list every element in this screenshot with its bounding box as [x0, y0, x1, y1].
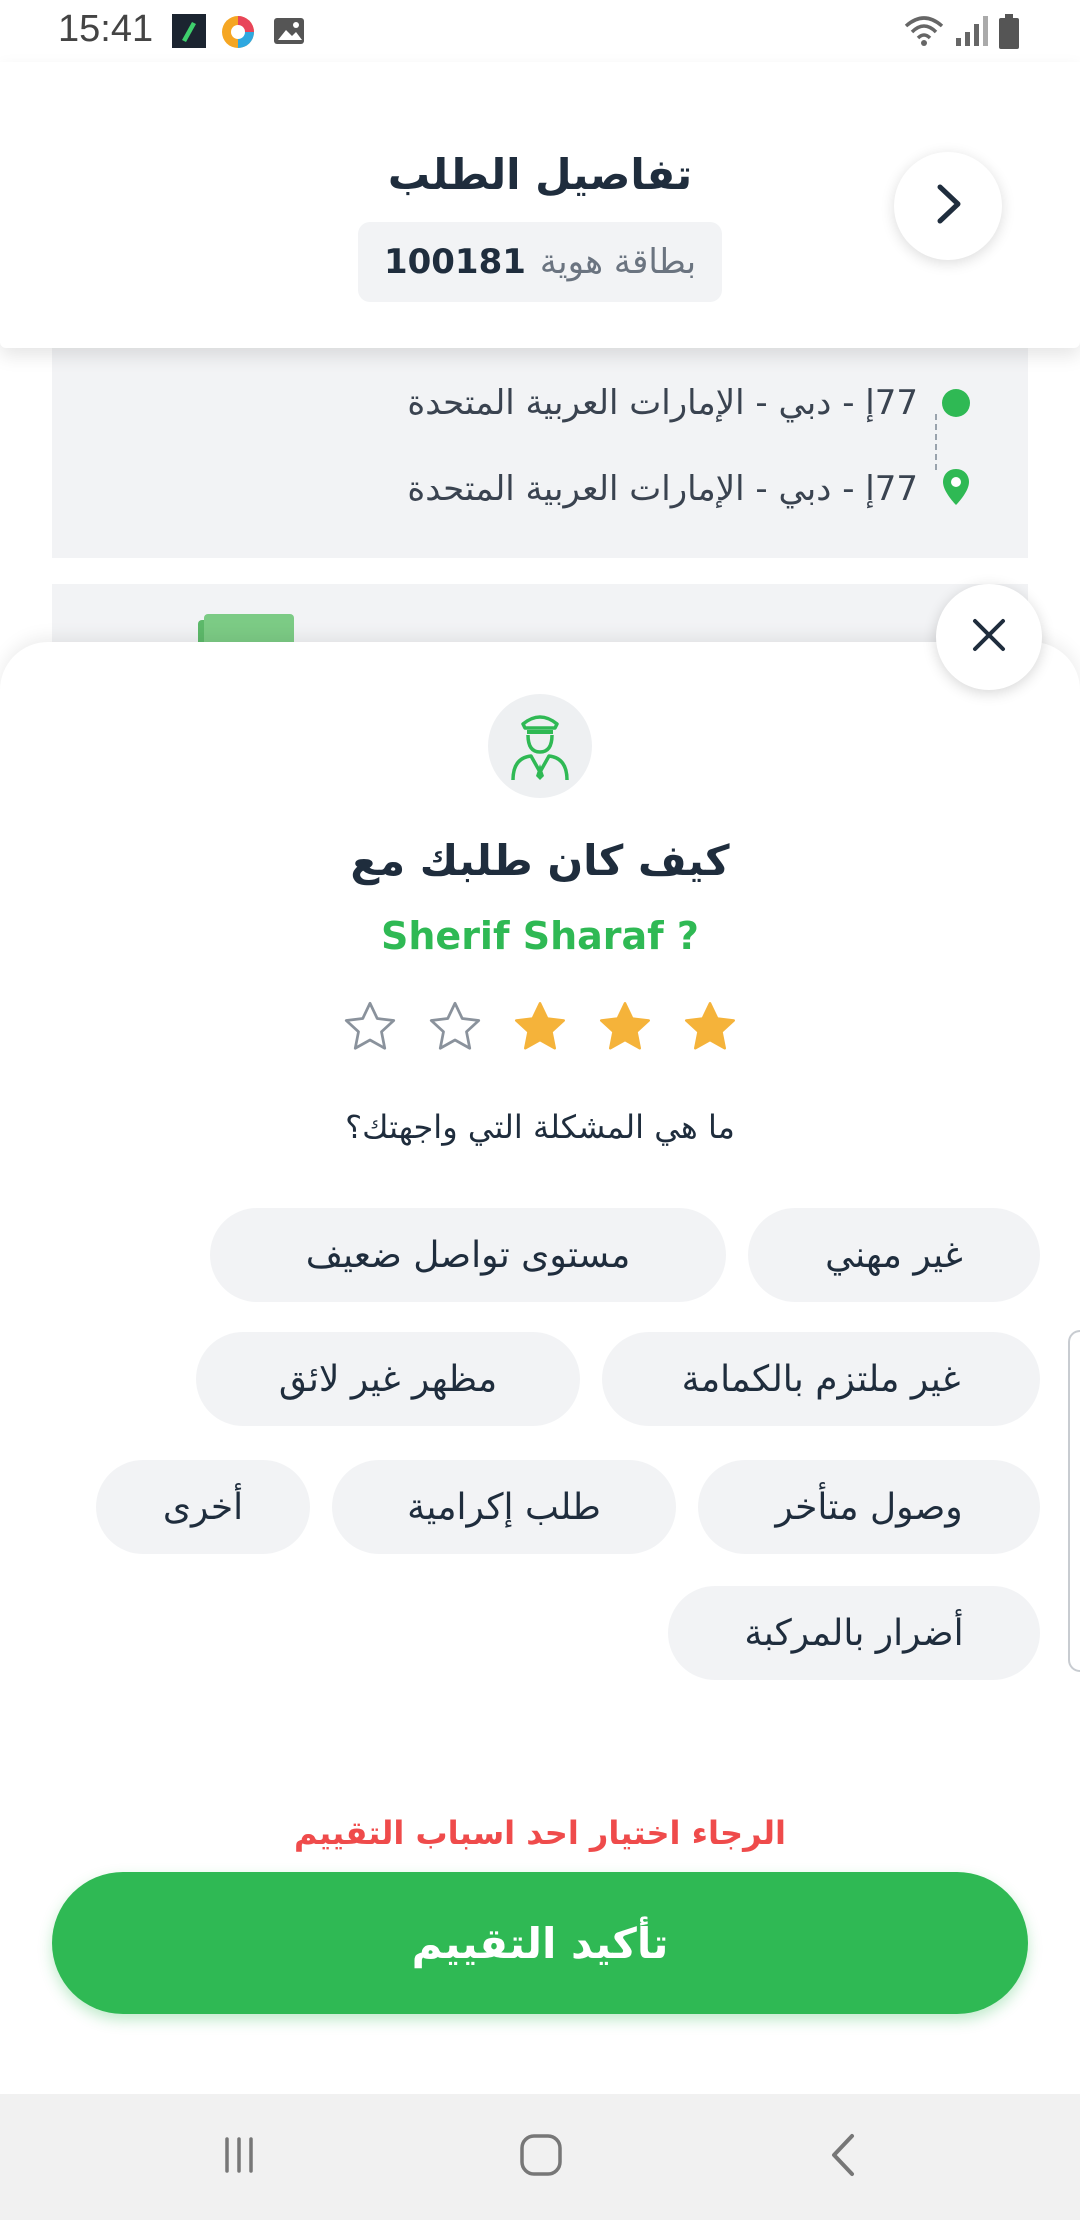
system-nav-bar [0, 2094, 1080, 2220]
star-icon-4[interactable] [595, 997, 655, 1057]
pickup-dot-icon [942, 389, 970, 417]
reason-chip-improper-appearance[interactable]: مظهر غير لائق [196, 1332, 580, 1426]
rating-sheet: كيف كان طلبك مع Sherif Sharaf ? ما هي ال… [0, 642, 1080, 2094]
error-message: الرجاء اختيار احد اسباب التقييم [294, 1814, 786, 1852]
chevron-left-icon [828, 2132, 858, 2182]
driver-name: Sherif Sharaf ? [381, 914, 699, 958]
badge-number: 100181 [383, 242, 526, 282]
close-sheet-button[interactable] [936, 584, 1042, 690]
star-icon-3[interactable] [510, 997, 570, 1057]
confirm-rating-button[interactable]: تأكيد التقييم [52, 1872, 1028, 2014]
gallery-icon [272, 14, 306, 48]
reason-chip-no-mask[interactable]: غير ملتزم بالكمامة [602, 1332, 1040, 1426]
home-icon [518, 2132, 564, 2182]
close-icon [971, 617, 1007, 657]
reason-chip-vehicle-damage[interactable]: أضرار بالمركبة [668, 1586, 1040, 1680]
pickup-address: 77إ - دبي - الإمارات العربية المتحدة [407, 383, 918, 423]
star-icon-5[interactable] [680, 997, 740, 1057]
recent-apps-button[interactable] [204, 2124, 274, 2190]
star-icon-1[interactable] [340, 997, 400, 1057]
badge-label: بطاقة هوية [539, 242, 697, 282]
browser-icon [220, 14, 254, 48]
reason-chip-other[interactable]: أخرى [96, 1460, 310, 1554]
recent-apps-icon [219, 2135, 259, 2179]
signal-icon [954, 14, 990, 48]
reason-chip-unprofessional[interactable]: غير مهني [748, 1208, 1040, 1302]
scroll-indicator[interactable] [1068, 1330, 1080, 1672]
chevron-right-icon [930, 181, 966, 231]
screen: 15:41 تفاصيل الطلب بطاقة هوية 100181 77إ… [0, 0, 1080, 2220]
status-bar: 15:41 [0, 0, 1080, 62]
reason-chip-tip-request[interactable]: طلب إكرامية [332, 1460, 676, 1554]
back-button[interactable] [894, 152, 1002, 260]
route-card: 77إ - دبي - الإمارات العربية المتحدة 77إ… [52, 340, 1028, 558]
status-time: 15:41 [58, 8, 154, 50]
dropoff-address: 77إ - دبي - الإمارات العربية المتحدة [407, 469, 918, 509]
reason-chip-late-arrival[interactable]: وصول متأخر [698, 1460, 1040, 1554]
driver-icon [505, 706, 575, 786]
problem-question: ما هي المشكلة التي واجهتك؟ [345, 1108, 735, 1146]
star-icon-2[interactable] [425, 997, 485, 1057]
location-pin-icon [940, 467, 972, 511]
reason-chip-poor-communication[interactable]: مستوى تواصل ضعيف [210, 1208, 726, 1302]
driver-avatar [488, 694, 592, 798]
home-button[interactable] [506, 2124, 576, 2190]
app-icon [172, 14, 206, 48]
dropoff-row: 77إ - دبي - الإمارات العربية المتحدة [407, 464, 972, 514]
pickup-row: 77إ - دبي - الإمارات العربية المتحدة [407, 378, 972, 428]
order-header: تفاصيل الطلب بطاقة هوية 100181 [0, 62, 1080, 348]
route-connector [935, 414, 937, 470]
wifi-icon [904, 14, 944, 48]
back-nav-button[interactable] [808, 2124, 878, 2190]
star-rating [340, 994, 740, 1060]
rating-question: كيف كان طلبك مع [350, 836, 730, 885]
id-card-badge: بطاقة هوية 100181 [358, 222, 722, 302]
battery-icon [998, 14, 1022, 49]
